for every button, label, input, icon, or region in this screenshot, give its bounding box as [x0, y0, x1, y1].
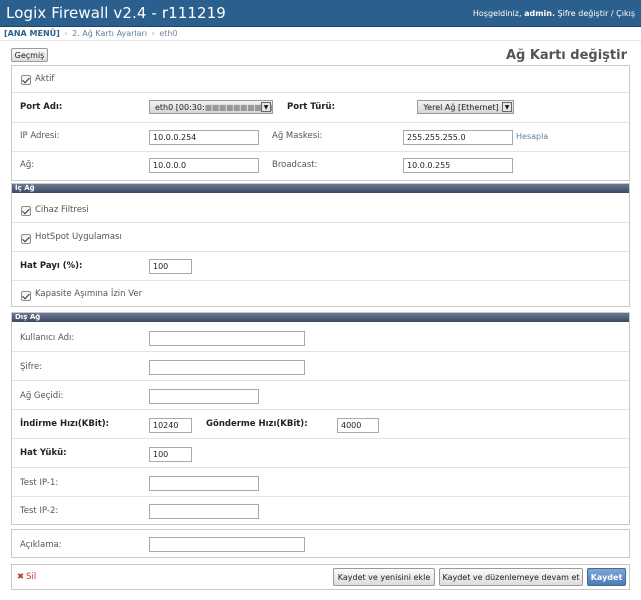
save-and-add-button[interactable]: Kaydet ve yenisini ekle [333, 568, 435, 586]
test-ip1-input[interactable] [149, 476, 259, 491]
top-bar: Logix Firewall v2.4 - r111219 Hoşgeldini… [0, 0, 641, 27]
network-input[interactable]: 10.0.0.0 [149, 158, 259, 173]
test-ip2-label: Test IP-2: [20, 506, 59, 516]
load-row: Hat Yükü: 100 [12, 439, 629, 468]
save-button[interactable]: Kaydet [587, 568, 626, 586]
capacity-checkbox[interactable] [21, 291, 31, 301]
test-ip1-label: Test IP-1: [20, 478, 59, 488]
delete-link[interactable]: ✖ Sil [17, 572, 36, 582]
speed-row: İndirme Hızı(KBit): 10240 Gönderme Hızı(… [12, 410, 629, 439]
network-label: Ağ: [20, 160, 35, 170]
chevron-down-icon: ▼ [261, 102, 271, 112]
logout-separator: / [610, 9, 614, 18]
history-button[interactable]: Geçmiş [11, 48, 48, 62]
broadcast-input[interactable]: 10.0.0.255 [403, 158, 513, 173]
port-row: Port Adı: eth0 [00:30:■■■■■■■■■■ ▼ Port … [12, 93, 629, 123]
delete-label: Sil [26, 572, 37, 582]
username-label: Kullanıcı Adı: [20, 333, 75, 343]
username-input[interactable] [149, 331, 305, 346]
internal-network-panel: İç Ağ Cihaz Filtresi HotSpot Uygulaması … [11, 183, 630, 307]
test-ip2-row: Test IP-2: [12, 497, 629, 525]
breadcrumb-separator: › [151, 29, 155, 38]
device-filter-checkbox[interactable] [21, 206, 31, 216]
port-name-value: eth0 [00:30: [155, 103, 205, 112]
password-row: Şifre: [12, 352, 629, 381]
ip-row: IP Adresi: 10.0.0.254 Ağ Maskesi: 255.25… [12, 123, 629, 152]
user-bar: Hoşgeldiniz, admin. Şifre değiştir / Çık… [473, 9, 635, 18]
download-input[interactable]: 10240 [149, 418, 192, 433]
port-type-label: Port Türü: [287, 102, 335, 112]
ip-label: IP Adresi: [20, 131, 60, 141]
network-row: Ağ: 10.0.0.0 Broadcast: 10.0.0.255 [12, 152, 629, 181]
device-filter-row: Cihaz Filtresi [12, 193, 629, 223]
general-panel: Aktif Port Adı: eth0 [00:30:■■■■■■■■■■ ▼… [11, 65, 630, 181]
username: admin. [524, 9, 555, 18]
load-label: Hat Yükü: [20, 448, 67, 458]
device-filter-label: Cihaz Filtresi [35, 205, 89, 215]
breadcrumb-current: eth0 [159, 29, 178, 38]
share-row: Hat Payı (%): 100 [12, 252, 629, 281]
active-checkbox[interactable] [21, 75, 31, 85]
port-name-select[interactable]: eth0 [00:30:■■■■■■■■■■ ▼ [149, 100, 273, 114]
change-password-link[interactable]: Şifre değiştir [558, 9, 609, 18]
logout-link[interactable]: Çıkış [616, 9, 635, 18]
page-title: Ağ Kartı değiştir [505, 48, 627, 63]
calculate-link[interactable]: Hesapla [516, 132, 548, 141]
mask-input[interactable]: 255.255.255.0 [403, 130, 513, 145]
active-row: Aktif [12, 66, 629, 93]
gateway-input[interactable] [149, 389, 259, 404]
chevron-down-icon: ▼ [502, 102, 512, 112]
greeting: Hoşgeldiniz, [472, 9, 522, 18]
breadcrumb-root[interactable]: [ANA MENÜ] [4, 29, 60, 38]
test-ip2-input[interactable] [149, 504, 259, 519]
action-bar: ✖ Sil Kaydet ve yenisini ekle Kaydet ve d… [11, 564, 630, 590]
hotspot-row: HotSpot Uygulaması [12, 223, 629, 252]
port-name-label: Port Adı: [20, 102, 63, 112]
hotspot-checkbox[interactable] [21, 234, 31, 244]
load-input[interactable]: 100 [149, 447, 192, 462]
breadcrumb: [ANA MENÜ] › 2. Ağ Kartı Ayarları › eth0 [4, 29, 178, 38]
breadcrumb-separator: › [64, 29, 68, 38]
capacity-label: Kapasite Aşımına İzin Ver [35, 289, 143, 299]
breadcrumb-divider [0, 40, 641, 41]
upload-label: Gönderme Hızı(KBit): [206, 419, 308, 429]
save-and-continue-button[interactable]: Kaydet ve düzenlemeye devam et [439, 568, 583, 586]
password-label: Şifre: [20, 362, 43, 372]
test-ip1-row: Test IP-1: [12, 468, 629, 497]
gateway-row: Ağ Geçidi: [12, 381, 629, 410]
broadcast-label: Broadcast: [272, 160, 318, 170]
description-input[interactable] [149, 537, 305, 552]
external-section-header: Dış Ağ [12, 313, 629, 322]
hotspot-label: HotSpot Uygulaması [35, 232, 122, 242]
download-label: İndirme Hızı(KBit): [20, 419, 110, 429]
port-type-select[interactable]: Yerel Ağ [Ethernet] ▼ [417, 100, 514, 114]
x-icon: ✖ [17, 572, 25, 582]
external-network-panel: Dış Ağ Kullanıcı Adı: Şifre: Ağ Geçidi: … [11, 312, 630, 525]
ip-input[interactable]: 10.0.0.254 [149, 130, 259, 145]
port-type-value: Yerel Ağ [Ethernet] [423, 103, 499, 112]
password-input[interactable] [149, 360, 305, 375]
gateway-label: Ağ Geçidi: [20, 391, 64, 401]
internal-section-header: İç Ağ [12, 184, 629, 193]
username-row: Kullanıcı Adı: [12, 322, 629, 352]
breadcrumb-network-cards[interactable]: 2. Ağ Kartı Ayarları [72, 29, 147, 38]
active-label: Aktif [35, 74, 55, 84]
upload-input[interactable]: 4000 [337, 418, 379, 433]
description-label: Açıklama: [20, 540, 62, 550]
app-title: Logix Firewall v2.4 - r111219 [6, 4, 226, 22]
description-panel: Açıklama: [11, 529, 630, 558]
share-input[interactable]: 100 [149, 259, 192, 274]
mask-label: Ağ Maskesi: [272, 131, 323, 141]
capacity-row: Kapasite Aşımına İzin Ver [12, 281, 629, 307]
share-label: Hat Payı (%): [20, 261, 83, 271]
